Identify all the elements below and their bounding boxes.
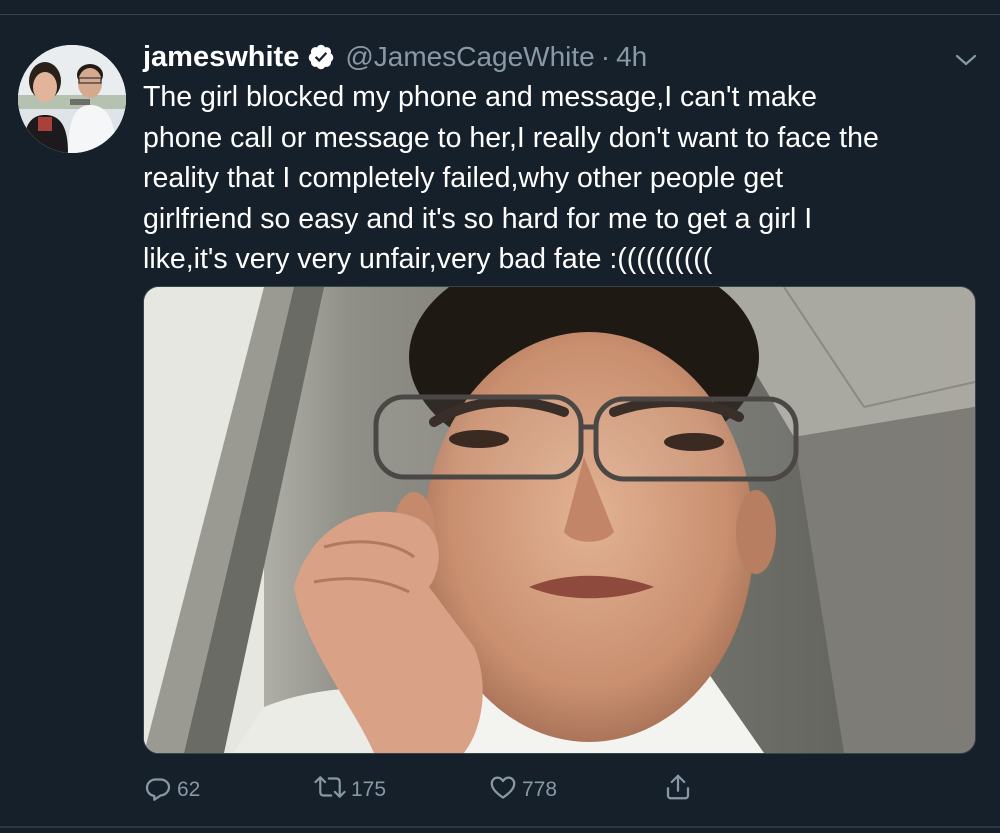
tweet-text-line: like,it's very very unfair,very bad fate… — [143, 243, 713, 275]
heart-icon — [488, 772, 522, 808]
tweet-header: jameswhite @JamesCageWhite · 4h — [143, 37, 647, 77]
like-count: 778 — [522, 778, 558, 801]
like-button[interactable]: 778 — [488, 772, 557, 808]
tweet-text-line: phone call or message to her,I really do… — [143, 121, 879, 154]
display-name[interactable]: jameswhite — [143, 41, 299, 74]
tweet-actions: 62 175 778 — [143, 772, 743, 808]
separator-dot: · — [600, 41, 611, 72]
tweet-text-line: The girl blocked my phone and message,I … — [143, 81, 817, 113]
handle[interactable]: @JamesCageWhite — [345, 41, 594, 73]
retweet-icon — [313, 772, 351, 808]
tweet-photo[interactable] — [143, 286, 976, 754]
share-button[interactable] — [663, 772, 697, 808]
tweet-text: The girl blocked my phone and message,I … — [143, 77, 983, 280]
avatar[interactable] — [18, 45, 126, 153]
tweet-text-line: girlfriend so easy and it's so hard for … — [143, 202, 813, 235]
share-icon — [663, 772, 697, 808]
reply-icon — [143, 772, 177, 808]
reply-button[interactable]: 62 — [143, 772, 200, 808]
tweet[interactable]: jameswhite @JamesCageWhite · 4h The girl… — [0, 15, 1000, 826]
verified-badge-icon — [307, 43, 335, 71]
retweet-button[interactable]: 175 — [313, 772, 386, 808]
bottom-divider — [0, 826, 1000, 828]
reply-count: 62 — [177, 778, 201, 801]
timestamp[interactable]: 4h — [616, 41, 647, 73]
chevron-down-icon[interactable] — [952, 49, 980, 71]
tweet-text-line: reality that I completely failed,why oth… — [143, 162, 784, 194]
retweet-count: 175 — [351, 778, 387, 801]
